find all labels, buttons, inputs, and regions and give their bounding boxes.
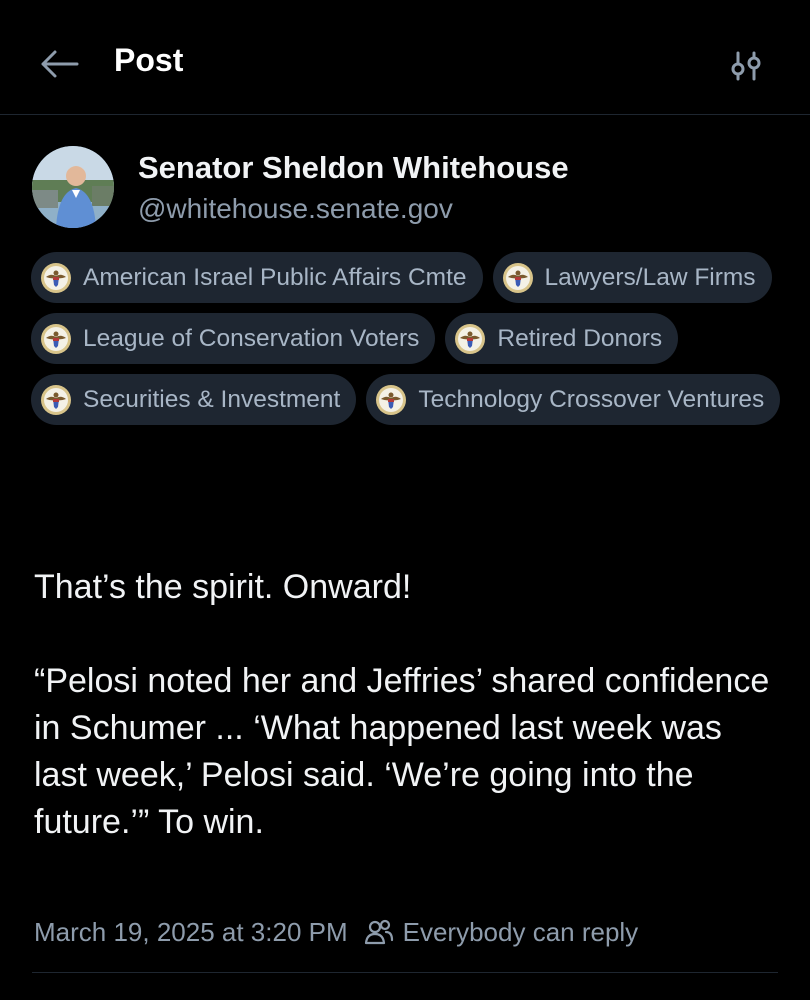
seal-icon <box>41 262 71 293</box>
post-quote: “Pelosi noted her and Jeffries’ shared c… <box>34 662 770 841</box>
label-pill[interactable]: American Israel Public Affairs Cmte <box>31 252 483 303</box>
label-text: Technology Crossover Ventures <box>418 385 765 413</box>
post-text-line: That’s the spirit. Onward! <box>34 568 412 606</box>
top-bar: Post <box>0 0 810 115</box>
label-pill[interactable]: Lawyers/Law Firms <box>492 252 772 303</box>
label-pill[interactable]: League of Conservation Voters <box>31 313 436 364</box>
author-display-name[interactable]: Senator Sheldon Whitehouse <box>138 150 569 186</box>
seal-icon <box>455 323 486 354</box>
author-avatar[interactable] <box>32 146 114 228</box>
label-text: League of Conservation Voters <box>83 324 420 352</box>
options-button[interactable] <box>724 44 768 88</box>
avatar-photo <box>32 146 114 228</box>
sliders-icon <box>731 51 761 81</box>
label-text: Lawyers/Law Firms <box>544 263 756 291</box>
people-icon <box>364 919 393 945</box>
reply-setting[interactable]: Everybody can reply <box>403 917 639 948</box>
divider <box>32 972 778 973</box>
label-list: American Israel Public Affairs Cmte Lawy… <box>31 252 791 425</box>
label-pill[interactable]: Technology Crossover Ventures <box>366 374 781 425</box>
seal-icon <box>41 384 71 415</box>
seal-icon <box>502 262 533 293</box>
post-timestamp: March 19, 2025 at 3:20 PM <box>34 916 348 947</box>
seal-icon <box>376 384 407 415</box>
post-meta: March 19, 2025 at 3:20 PM Everybody can … <box>34 914 638 950</box>
page-title: Post <box>114 42 184 78</box>
seal-icon <box>41 323 71 354</box>
author-handle[interactable]: @whitehouse.senate.gov <box>138 193 453 225</box>
arrow-left-icon <box>41 50 79 78</box>
back-button[interactable] <box>36 44 82 84</box>
label-text: American Israel Public Affairs Cmte <box>83 263 467 291</box>
label-pill[interactable]: Securities & Investment <box>31 374 357 425</box>
post-body: That’s the spirit. Onward! “Pelosi noted… <box>34 564 784 846</box>
label-text: Retired Donors <box>497 324 663 352</box>
label-pill[interactable]: Retired Donors <box>445 313 679 364</box>
label-text: Securities & Investment <box>83 385 341 413</box>
